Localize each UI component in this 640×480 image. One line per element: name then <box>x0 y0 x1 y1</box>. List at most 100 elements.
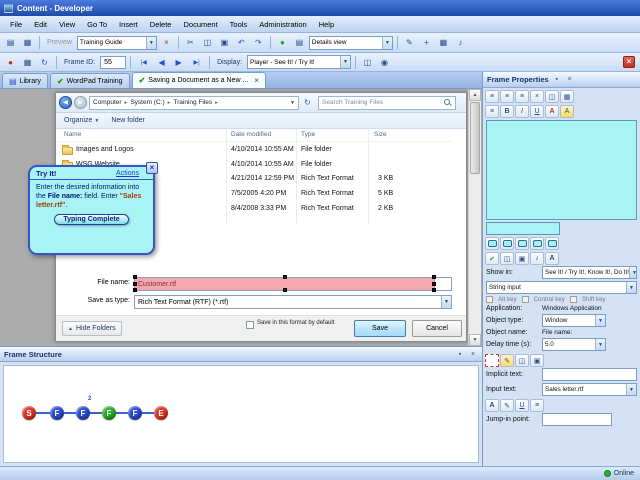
frame-node[interactable]: F <box>76 406 90 420</box>
view-select[interactable]: Details view ▼ <box>308 35 393 50</box>
close-pane-button[interactable]: × <box>623 56 635 68</box>
frame-node[interactable]: F <box>50 406 64 420</box>
refresh-icon[interactable]: ↻ <box>301 96 314 109</box>
menu-goto[interactable]: Go To <box>81 18 113 31</box>
edit-icon[interactable]: ✎ <box>402 36 417 50</box>
font-color-button[interactable]: A <box>545 105 559 118</box>
preview-button[interactable]: Preview <box>44 39 75 46</box>
grid-icon[interactable]: ◫ <box>360 55 375 69</box>
menu-delete[interactable]: Delete <box>144 18 178 31</box>
highlight-region-icon[interactable]: ✎ <box>500 354 514 367</box>
menu-document[interactable]: Document <box>177 18 223 31</box>
frame-node-start[interactable]: S <box>22 406 36 420</box>
last-frame-icon[interactable]: ▶| <box>188 55 205 69</box>
refresh-icon[interactable]: ↻ <box>37 55 52 69</box>
guide-select[interactable]: Training Guide ▼ <box>76 35 157 50</box>
snapshot-icon[interactable]: ◉ <box>377 55 392 69</box>
verify-icon[interactable]: ✔ <box>485 252 499 265</box>
next-frame-icon[interactable]: ▶ <box>171 55 186 69</box>
keyboard-icon[interactable]: ▣ <box>530 354 544 367</box>
align-justify-icon[interactable]: ≡ <box>485 105 499 118</box>
frame-id-value[interactable]: 55 <box>100 55 127 69</box>
breadcrumb-dropdown-icon[interactable]: ▼ <box>290 100 295 106</box>
library-icon[interactable]: ▤ <box>3 36 18 50</box>
new-folder-button[interactable]: New folder <box>111 117 144 124</box>
organize-button[interactable]: Organize ▼ <box>64 117 99 124</box>
forward-button[interactable]: ▶ <box>74 96 87 109</box>
menu-edit[interactable]: Edit <box>28 18 53 31</box>
menu-insert[interactable]: Insert <box>113 18 144 31</box>
breadcrumb-computer[interactable]: Computer <box>93 99 122 106</box>
position-icon[interactable]: ◫ <box>500 252 514 265</box>
menu-administration[interactable]: Administration <box>253 18 313 31</box>
frame-node-current[interactable]: F <box>102 406 116 420</box>
input-highlight-region[interactable]: Customer.rtf <box>133 275 436 292</box>
input-field-icon[interactable]: ◫ <box>515 354 529 367</box>
shift-key-checkbox[interactable] <box>569 296 577 303</box>
tab-wordpad-training[interactable]: ✔ WordPad Training <box>49 73 130 88</box>
object-type-select[interactable]: Window ▼ <box>542 314 606 327</box>
font-icon[interactable]: A <box>545 252 559 265</box>
close-tab-icon[interactable]: × <box>254 76 259 85</box>
cut-icon[interactable]: ✂ <box>183 36 198 50</box>
anchor-icon[interactable]: ▣ <box>515 252 529 265</box>
italic-button[interactable]: I <box>515 105 529 118</box>
menu-file[interactable]: File <box>4 18 28 31</box>
delay-select[interactable]: 5.0 ▼ <box>542 338 606 351</box>
column-type[interactable]: Type <box>301 131 315 138</box>
previous-frame-icon[interactable]: ◀ <box>154 55 169 69</box>
underline-style-icon[interactable]: U <box>515 399 529 412</box>
sound-icon[interactable]: ♪ <box>453 36 468 50</box>
add-icon[interactable]: + <box>419 36 434 50</box>
breadcrumb[interactable]: Computer ▸ System (C:) ▸ Training Files … <box>89 95 299 110</box>
table-icon[interactable]: ◫ <box>545 90 559 103</box>
copy-icon[interactable]: ◫ <box>200 36 215 50</box>
checkbox-icon[interactable] <box>246 321 254 329</box>
frame-node-end[interactable]: E <box>154 406 168 420</box>
balloon-style-icon[interactable] <box>515 237 529 250</box>
image-icon[interactable]: ▦ <box>560 90 574 103</box>
typing-complete-button[interactable]: Typing Complete <box>54 213 129 225</box>
balloon-style-icon[interactable] <box>500 237 514 250</box>
clear-guide-icon[interactable]: × <box>159 36 174 50</box>
menu-view[interactable]: View <box>53 18 81 31</box>
delete-icon[interactable]: × <box>530 90 544 103</box>
breadcrumb-training-files[interactable]: Training Files <box>173 99 212 106</box>
align-left-icon[interactable]: ≡ <box>485 90 499 103</box>
breadcrumb-system-c[interactable]: System (C:) <box>130 99 164 106</box>
frame-node[interactable]: F <box>128 406 142 420</box>
new-frame-icon[interactable]: ▦ <box>20 36 35 50</box>
scrollbar-thumb[interactable] <box>470 102 480 174</box>
frame-structure-canvas[interactable]: 2 S F F F F E <box>3 365 479 463</box>
underline-button[interactable]: U <box>530 105 544 118</box>
file-name-input[interactable]: Customer.rtf <box>133 275 452 292</box>
save-button[interactable]: Save <box>354 320 406 337</box>
edit-text-icon[interactable]: ✎ <box>500 399 514 412</box>
align-right-icon[interactable]: ≡ <box>515 90 529 103</box>
alt-key-checkbox[interactable] <box>486 296 493 303</box>
input-type-select[interactable]: String input ▼ <box>486 281 637 294</box>
jump-in-input[interactable] <box>542 413 612 426</box>
bubble-actions-link[interactable]: Actions <box>116 170 139 177</box>
undo-icon[interactable]: ↶ <box>234 36 249 50</box>
menu-tools[interactable]: Tools <box>224 18 254 31</box>
paste-icon[interactable]: ▣ <box>217 36 232 50</box>
close-icon[interactable]: × <box>468 349 478 359</box>
file-row[interactable]: Images and Logos 4/10/2014 10:55 AM File… <box>56 144 452 158</box>
column-size[interactable]: Size <box>374 131 387 138</box>
default-format-checkbox[interactable]: Save in this format by default <box>246 320 346 329</box>
column-name[interactable]: Name <box>64 131 81 138</box>
implicit-text-input[interactable] <box>542 368 637 381</box>
menu-help[interactable]: Help <box>313 18 340 31</box>
input-text-select[interactable]: Sales letter.rtf ▼ <box>542 383 637 396</box>
show-in-select[interactable]: See It! / Try It!, Know It!, Do It! ▼ <box>542 266 637 279</box>
capture-icon[interactable]: ● <box>275 36 290 50</box>
tab-saving-document[interactable]: ✔ Saving a Document as a New ... × <box>131 72 266 88</box>
align-center-icon[interactable]: ≡ <box>500 90 514 103</box>
display-select[interactable]: Player - See It! / Try It! ▼ <box>247 55 352 69</box>
pin-icon[interactable]: ▪ <box>552 75 562 85</box>
save-type-select[interactable]: Rich Text Format (RTF) (*.rtf) ▼ <box>134 295 452 309</box>
region-select-icon[interactable] <box>485 354 499 367</box>
balloon-style-icon[interactable] <box>485 237 499 250</box>
cancel-button[interactable]: Cancel <box>412 320 462 337</box>
